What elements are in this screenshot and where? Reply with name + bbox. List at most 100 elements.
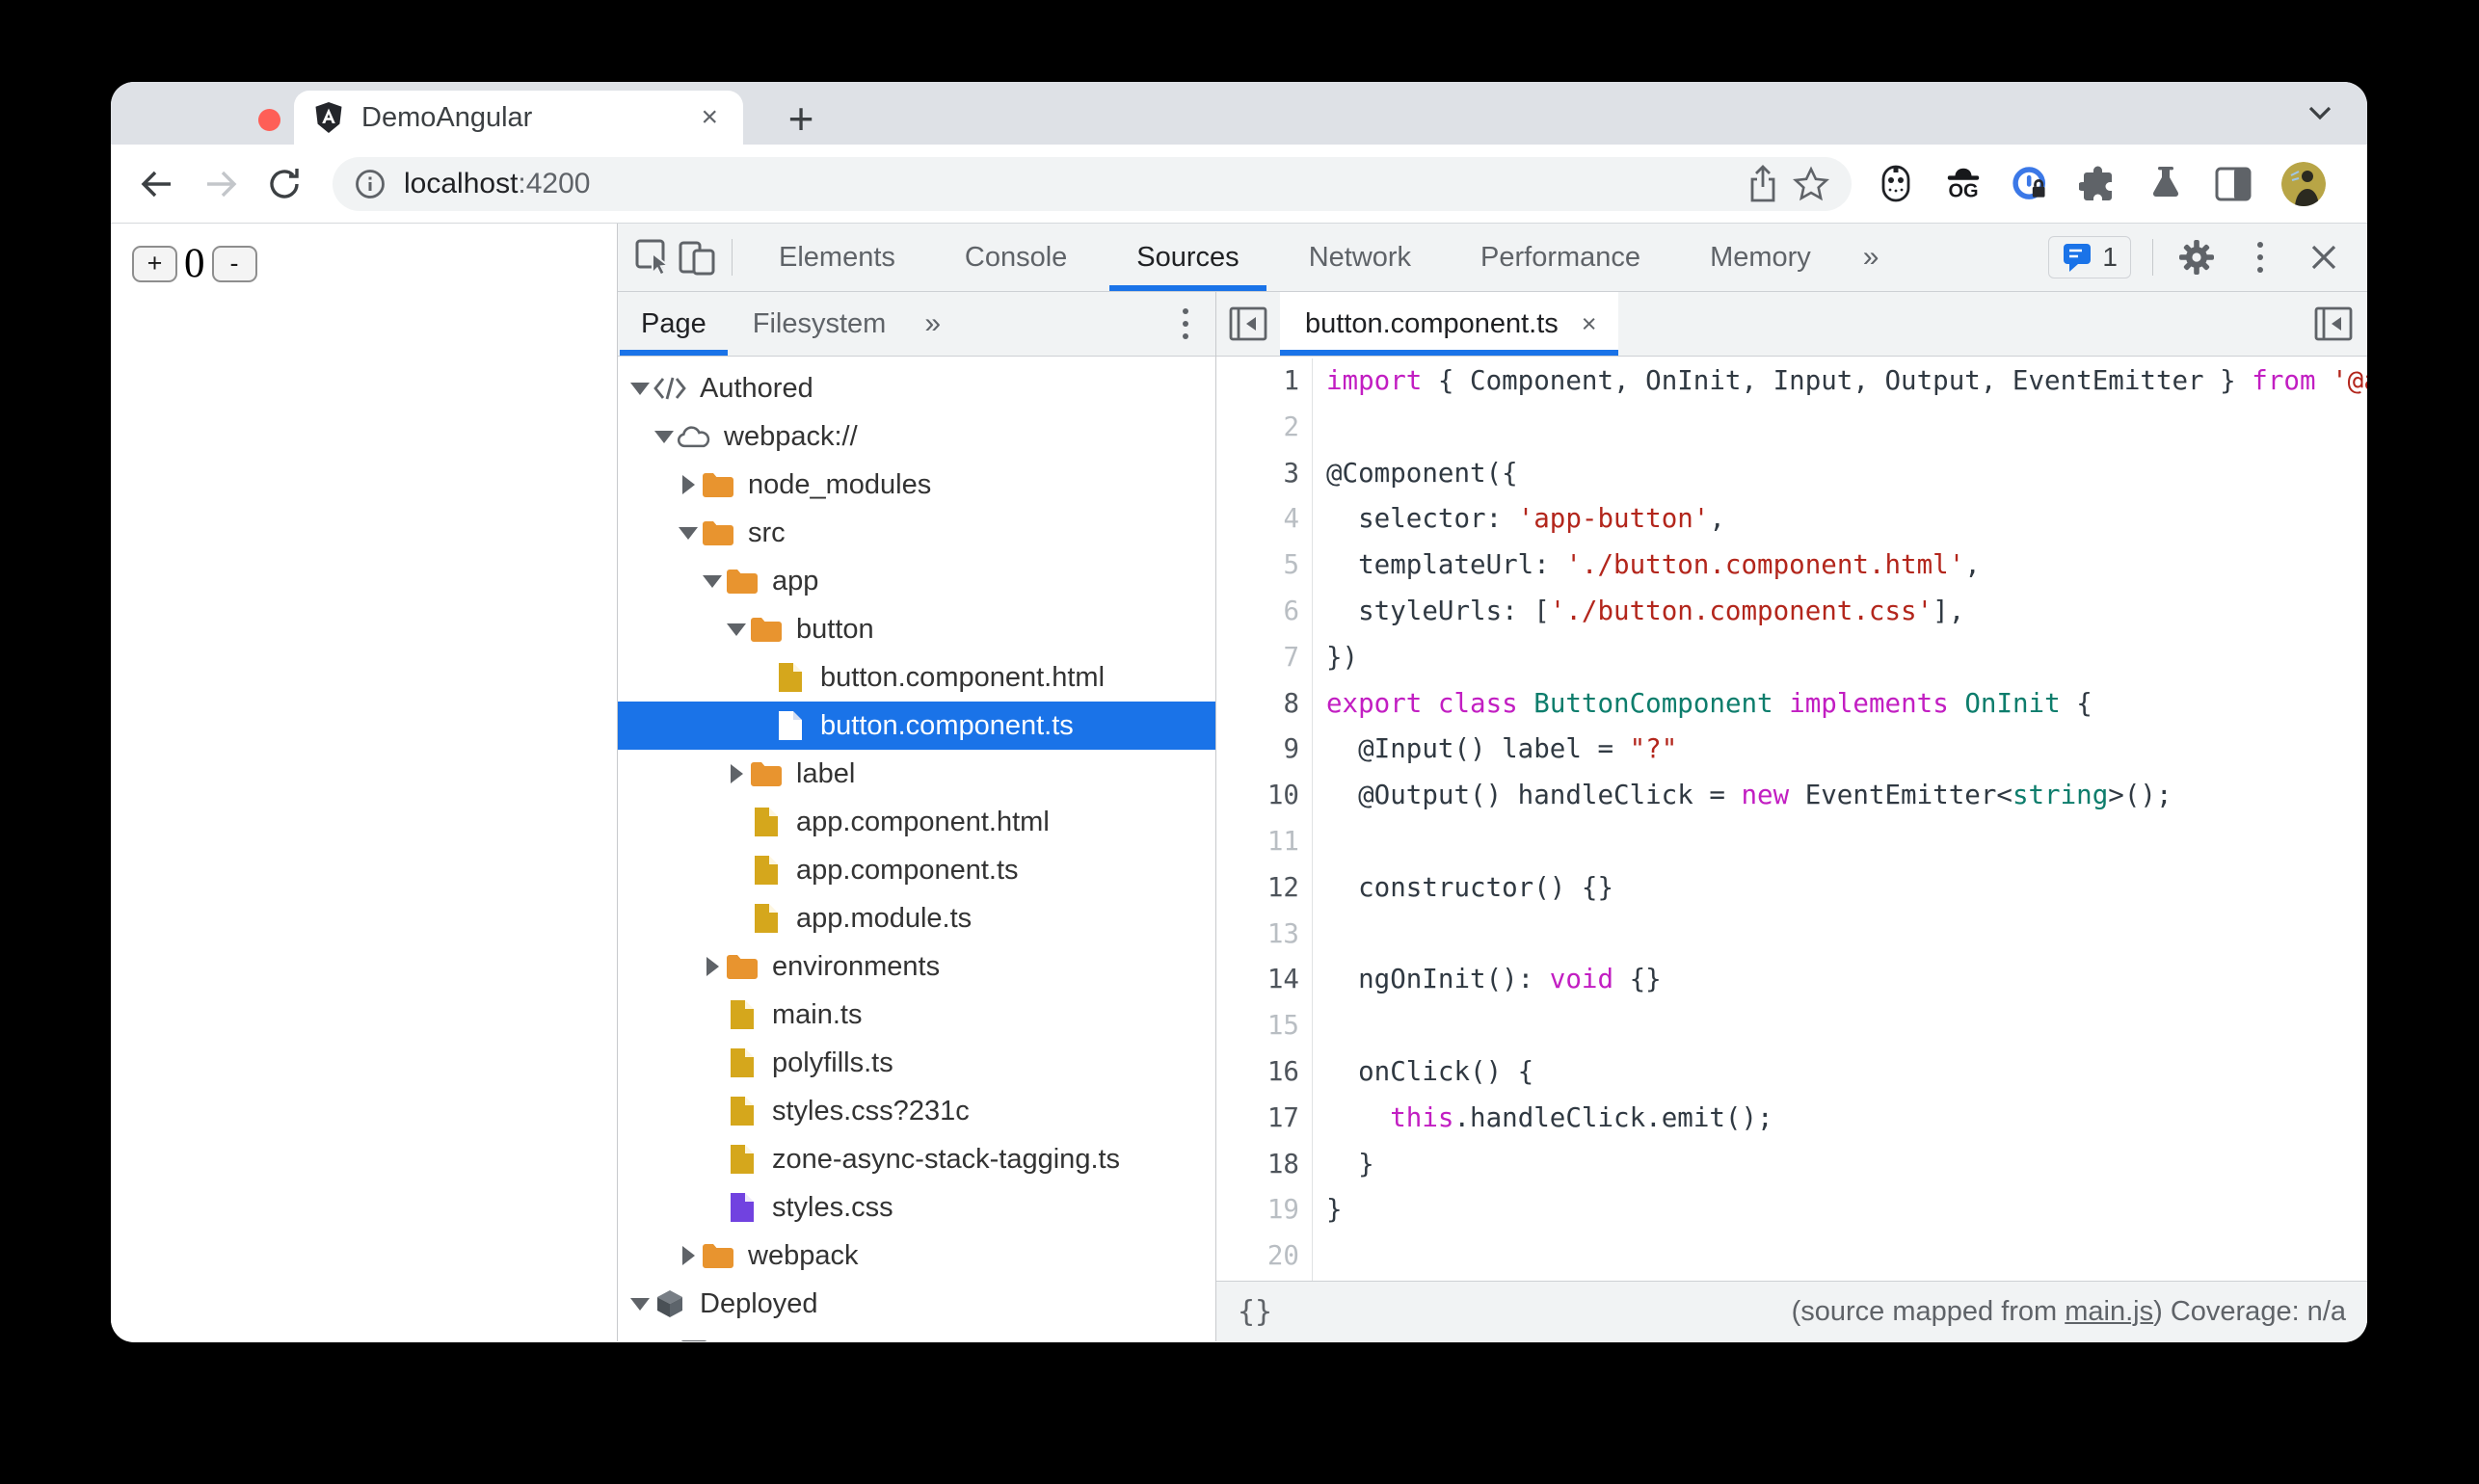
navigator-menu-icon[interactable]: [1181, 292, 1215, 356]
tree-item-button-component-html[interactable]: button.component.html: [618, 653, 1215, 702]
reload-button[interactable]: [263, 163, 306, 205]
address-bar[interactable]: localhost:4200: [333, 156, 1852, 211]
tab-search-chevron-icon[interactable]: [2304, 103, 2336, 124]
source-map-link[interactable]: main.js: [2065, 1296, 2153, 1328]
site-info-icon[interactable]: [352, 166, 388, 202]
increment-button[interactable]: +: [132, 245, 177, 282]
devtools-tab-elements[interactable]: Elements: [744, 224, 930, 291]
tree-item-app[interactable]: app: [618, 557, 1215, 605]
line-number[interactable]: 16: [1216, 1049, 1299, 1096]
line-number[interactable]: 4: [1216, 496, 1299, 543]
tree-item-app-module-ts[interactable]: app.module.ts: [618, 894, 1215, 942]
tree-item-webpack-[interactable]: webpack://: [618, 412, 1215, 461]
tree-right-arrow-icon[interactable]: [676, 475, 701, 494]
mask-extension-icon[interactable]: [1877, 165, 1915, 203]
line-number[interactable]: 7: [1216, 635, 1299, 681]
devtools-tab-memory[interactable]: Memory: [1675, 224, 1846, 291]
devtools-tab-sources[interactable]: Sources: [1102, 224, 1273, 291]
inspect-element-icon[interactable]: [631, 235, 676, 279]
device-toolbar-icon[interactable]: [676, 235, 720, 279]
devtools-menu-icon[interactable]: [2238, 235, 2282, 279]
back-button[interactable]: [136, 163, 178, 205]
tree-down-arrow-icon[interactable]: [627, 382, 653, 395]
tree-item-zone-async-stack-tagging-ts[interactable]: zone-async-stack-tagging.ts: [618, 1135, 1215, 1183]
issues-count: 1: [2102, 242, 2118, 272]
new-tab-button[interactable]: +: [776, 93, 826, 144]
navigator-tab-page[interactable]: Page: [618, 292, 730, 356]
tree-item-authored[interactable]: Authored: [618, 364, 1215, 412]
show-debugger-sidebar-icon[interactable]: [2313, 292, 2367, 356]
devtools-tab-performance[interactable]: Performance: [1446, 224, 1675, 291]
tree-item-label: button: [796, 613, 874, 645]
line-number[interactable]: 15: [1216, 1003, 1299, 1049]
share-icon[interactable]: [1742, 163, 1784, 205]
code-editor[interactable]: 1 2 3 4 5 6 7 8 9 10 11 12 13 14 15 16 17 18 19 20 import {…: [1216, 357, 2367, 1281]
tree-item-node-modules[interactable]: node_modules: [618, 461, 1215, 509]
line-number[interactable]: 6: [1216, 589, 1299, 635]
close-devtools-icon[interactable]: [2302, 235, 2346, 279]
hide-navigator-icon[interactable]: [1216, 292, 1280, 356]
extensions-puzzle-icon[interactable]: [2079, 165, 2118, 203]
browser-menu-icon[interactable]: [2355, 165, 2367, 203]
browser-tab[interactable]: DemoAngular ×: [294, 91, 743, 145]
cube-icon: [653, 1286, 687, 1321]
tree-item-src[interactable]: src: [618, 509, 1215, 557]
tree-item-webpack[interactable]: webpack: [618, 1232, 1215, 1280]
side-panel-extension-icon[interactable]: [2214, 165, 2252, 203]
tree-down-arrow-icon[interactable]: [700, 574, 725, 588]
devtools-tab-console[interactable]: Console: [930, 224, 1102, 291]
editor-tab-close-icon[interactable]: ×: [1576, 309, 1603, 339]
line-number[interactable]: 8: [1216, 681, 1299, 728]
line-number[interactable]: 18: [1216, 1142, 1299, 1188]
tree-down-arrow-icon[interactable]: [627, 1297, 653, 1311]
tree-item-styles-css[interactable]: styles.css: [618, 1183, 1215, 1232]
line-number[interactable]: 20: [1216, 1233, 1299, 1280]
bookmark-star-icon[interactable]: [1790, 163, 1832, 205]
incognito-og-extension-icon[interactable]: OG: [1944, 165, 1983, 203]
line-number[interactable]: 14: [1216, 957, 1299, 1003]
settings-gear-icon[interactable]: [2174, 235, 2219, 279]
tree-item-label[interactable]: label: [618, 750, 1215, 798]
tree-item-environments[interactable]: environments: [618, 942, 1215, 991]
line-number[interactable]: 13: [1216, 912, 1299, 958]
tree-item-partial[interactable]: [618, 1328, 1215, 1341]
more-panels-chevron[interactable]: »: [1846, 241, 1897, 274]
line-number[interactable]: 3: [1216, 451, 1299, 497]
navigator-tab-filesystem[interactable]: Filesystem: [730, 292, 910, 356]
tree-right-arrow-icon[interactable]: [676, 1246, 701, 1265]
line-number[interactable]: 11: [1216, 819, 1299, 865]
more-navigator-tabs-chevron[interactable]: »: [909, 292, 956, 356]
tree-item-button-component-ts[interactable]: button.component.ts: [618, 702, 1215, 750]
tree-item-app-component-html[interactable]: app.component.html: [618, 798, 1215, 846]
line-number[interactable]: 12: [1216, 865, 1299, 912]
devtools-tab-network[interactable]: Network: [1274, 224, 1446, 291]
close-window-button[interactable]: [258, 109, 280, 131]
tree-item-styles-css-231c[interactable]: styles.css?231c: [618, 1087, 1215, 1135]
profile-avatar[interactable]: [2281, 161, 2326, 206]
editor-tab-button-component-ts[interactable]: button.component.ts ×: [1280, 292, 1618, 356]
tree-item-button[interactable]: button: [618, 605, 1215, 653]
tree-right-arrow-icon[interactable]: [724, 764, 749, 783]
line-number[interactable]: 1: [1216, 358, 1299, 405]
tree-down-arrow-icon[interactable]: [724, 623, 749, 636]
decrement-button[interactable]: -: [211, 245, 257, 282]
tree-item-app-component-ts[interactable]: app.component.ts: [618, 846, 1215, 894]
line-number[interactable]: 9: [1216, 727, 1299, 773]
password-manager-extension-icon[interactable]: [2012, 165, 2050, 203]
line-number[interactable]: 10: [1216, 773, 1299, 819]
tab-close-icon[interactable]: ×: [695, 101, 724, 134]
tree-down-arrow-icon[interactable]: [676, 526, 701, 540]
line-number[interactable]: 2: [1216, 405, 1299, 451]
tree-right-arrow-icon[interactable]: [700, 957, 725, 976]
issues-button[interactable]: 1: [2048, 236, 2131, 278]
line-number[interactable]: 17: [1216, 1096, 1299, 1142]
line-number[interactable]: 5: [1216, 543, 1299, 589]
tree-down-arrow-icon[interactable]: [652, 430, 677, 443]
tree-item-polyfills-ts[interactable]: polyfills.ts: [618, 1039, 1215, 1087]
line-number[interactable]: 19: [1216, 1187, 1299, 1233]
tree-item-deployed[interactable]: Deployed: [618, 1280, 1215, 1328]
pretty-print-button[interactable]: {}: [1238, 1295, 1272, 1329]
forward-button[interactable]: [200, 163, 242, 205]
labs-flask-icon[interactable]: [2146, 165, 2185, 203]
tree-item-main-ts[interactable]: main.ts: [618, 991, 1215, 1039]
